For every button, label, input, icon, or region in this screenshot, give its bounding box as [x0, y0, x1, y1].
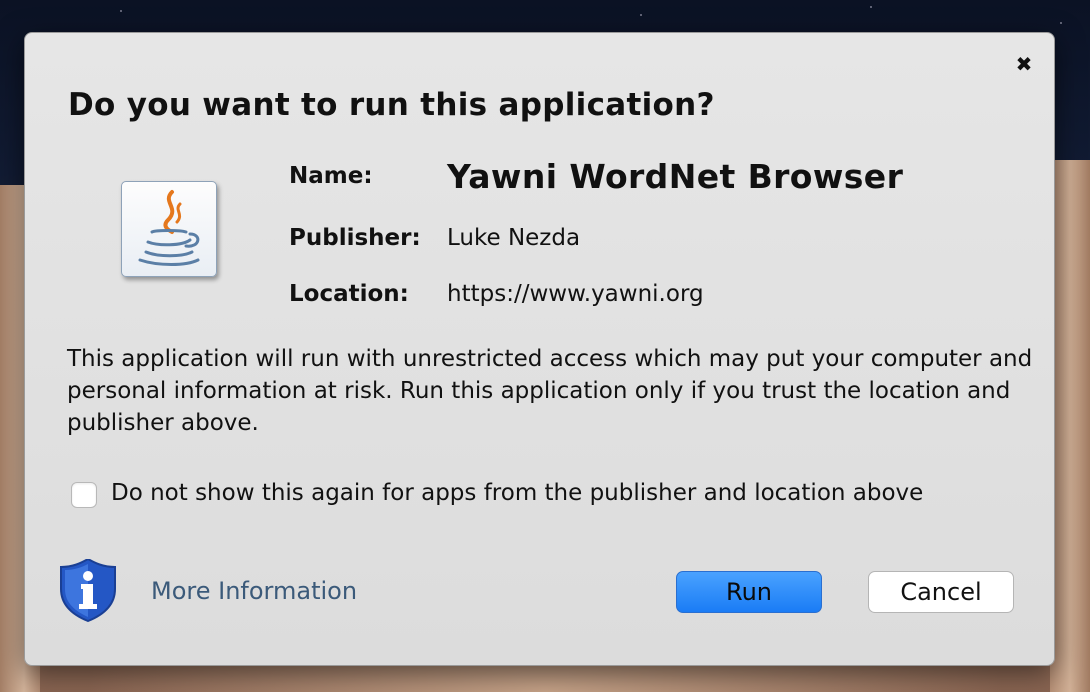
close-icon[interactable]: ✖	[1014, 54, 1034, 74]
desktop-rock-right	[1050, 160, 1090, 692]
name-label: Name:	[289, 163, 373, 189]
security-warning-text: This application will run with unrestric…	[67, 346, 1033, 436]
location-value: https://www.yawni.org	[447, 281, 704, 307]
star	[640, 14, 642, 16]
java-coffee-cup-icon	[121, 181, 217, 277]
publisher-value: Luke Nezda	[447, 225, 581, 251]
cancel-button[interactable]: Cancel	[868, 571, 1014, 613]
star	[870, 6, 872, 8]
location-label: Location:	[289, 281, 409, 307]
dialog-title: Do you want to run this application?	[68, 87, 715, 123]
run-button[interactable]: Run	[676, 571, 822, 613]
more-information-link[interactable]: More Information	[151, 577, 357, 605]
publisher-label: Publisher:	[289, 225, 421, 251]
do-not-show-again-label[interactable]: Do not show this again for apps from the…	[111, 480, 923, 506]
do-not-show-again-checkbox[interactable]	[71, 482, 97, 508]
star	[1060, 22, 1062, 24]
info-shield-icon[interactable]	[57, 557, 119, 623]
security-dialog: ✖ Do you want to run this application? N…	[24, 32, 1055, 666]
star	[120, 10, 122, 12]
application-name: Yawni WordNet Browser	[447, 157, 904, 196]
